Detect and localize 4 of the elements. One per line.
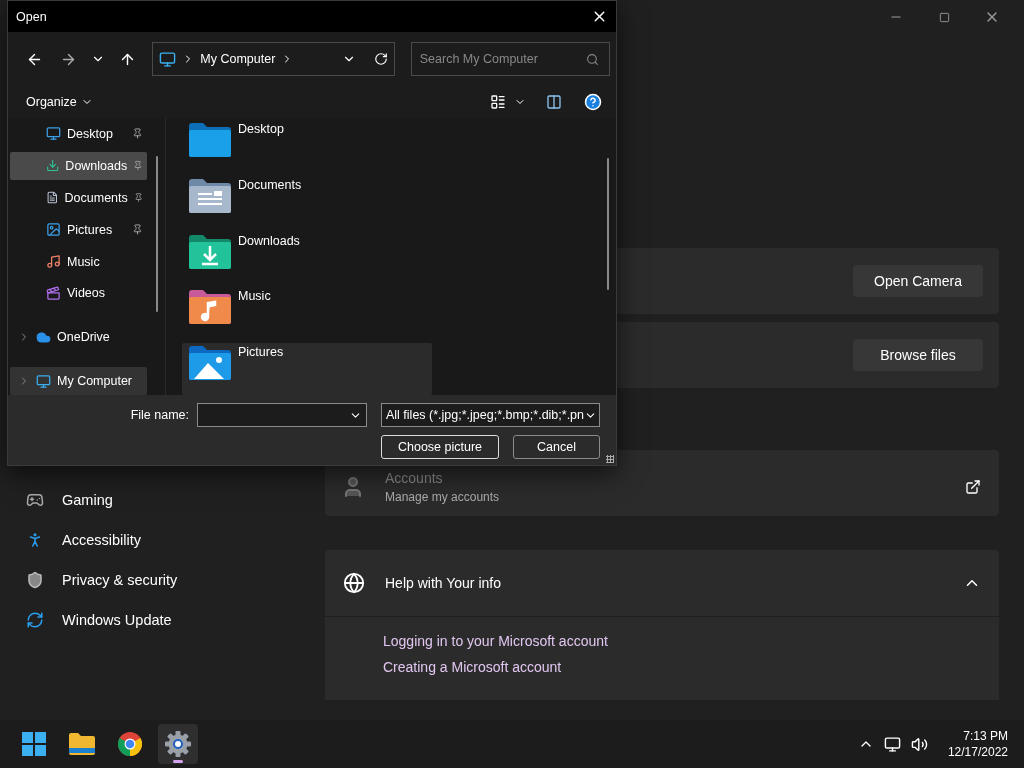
card-title: Accounts [385,470,444,486]
file-name-label: File name: [130,408,189,422]
dialog-title: Open [16,9,47,24]
card-subtitle: Manage my accounts [385,490,500,504]
